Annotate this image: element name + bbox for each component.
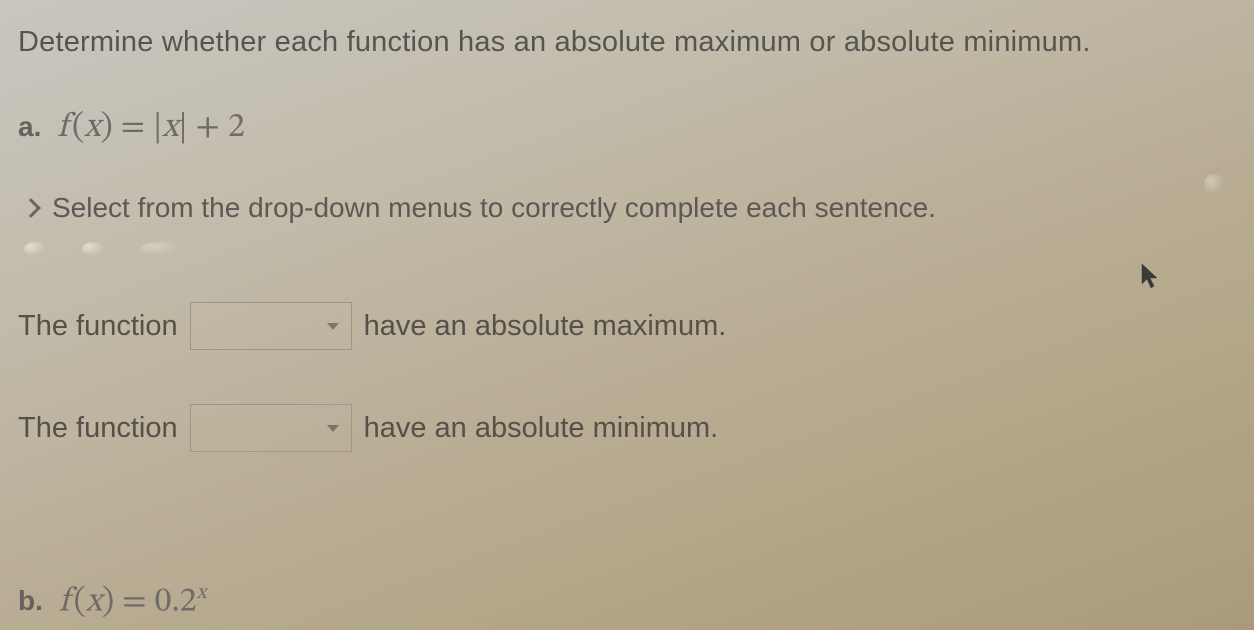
glare-dot — [140, 242, 180, 256]
cursor-icon — [1140, 262, 1160, 290]
chevron-down-icon — [327, 425, 339, 432]
question-prompt: Determine whether each function has an a… — [18, 26, 1236, 59]
sentence-2-dropdown[interactable] — [190, 404, 352, 452]
chevron-down-icon — [327, 323, 339, 330]
instruction-row: Select from the drop-down menus to corre… — [18, 192, 1236, 224]
sentence-1-dropdown[interactable] — [190, 302, 352, 350]
instruction-text: Select from the drop-down menus to corre… — [52, 192, 936, 224]
part-b-function: f (x) = 0.2x — [59, 580, 207, 624]
sentence-2-suffix: have an absolute minimum. — [364, 412, 719, 445]
part-a-function: f (x) = |x| + 2 — [57, 107, 245, 150]
part-a-row: a. f (x) = |x| + 2 — [18, 107, 1236, 150]
sentence-1-prefix: The function — [18, 310, 178, 343]
chevron-right-icon — [21, 198, 41, 218]
glare-dot — [82, 242, 104, 256]
part-a-label: a. — [18, 111, 41, 143]
sentence-1-suffix: have an absolute maximum. — [364, 310, 727, 343]
sentence-1: The function have an absolute maximum. — [18, 302, 1236, 350]
part-b-label: b. — [18, 585, 43, 617]
sentence-2-prefix: The function — [18, 412, 178, 445]
glare-dot — [24, 242, 46, 256]
glare-dot — [1204, 174, 1224, 194]
part-b-row: b. f (x) = 0.2x — [18, 580, 206, 624]
glare-artifacts — [18, 242, 1236, 256]
sentence-2: The function have an absolute minimum. — [18, 404, 1236, 452]
